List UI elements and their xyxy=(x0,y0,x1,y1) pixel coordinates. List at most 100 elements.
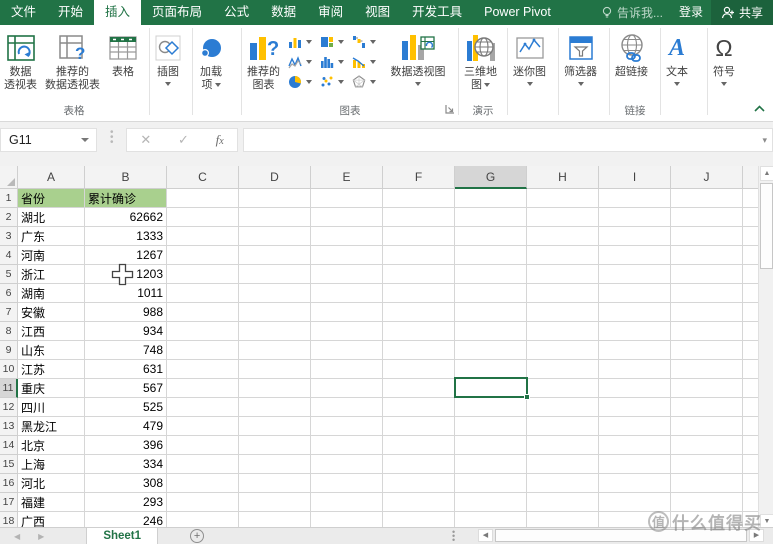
row-header-12[interactable]: 12 xyxy=(0,398,18,417)
sparklines-button[interactable]: 迷你图 xyxy=(509,28,550,86)
row-header-9[interactable]: 9 xyxy=(0,341,18,360)
cell-J6[interactable] xyxy=(671,284,743,303)
recommended-pivottable-button[interactable]: ? 推荐的 数据透视表 xyxy=(41,28,104,92)
cell-D14[interactable] xyxy=(239,436,311,455)
cell-partial[interactable] xyxy=(743,265,758,284)
cell-H12[interactable] xyxy=(527,398,599,417)
cell-J4[interactable] xyxy=(671,246,743,265)
cell-F12[interactable] xyxy=(383,398,455,417)
cell-J11[interactable] xyxy=(671,379,743,398)
cell-partial[interactable] xyxy=(743,474,758,493)
cell-C6[interactable] xyxy=(167,284,239,303)
cell-H9[interactable] xyxy=(527,341,599,360)
row-header-11[interactable]: 11 xyxy=(0,379,18,398)
cell-G3[interactable] xyxy=(455,227,527,246)
cell-A16[interactable]: 河北 xyxy=(18,474,85,493)
tell-me-box[interactable]: 告诉我... xyxy=(593,0,671,25)
cell-D3[interactable] xyxy=(239,227,311,246)
cell-H10[interactable] xyxy=(527,360,599,379)
column-header-E[interactable]: E xyxy=(311,166,383,189)
cell-H17[interactable] xyxy=(527,493,599,512)
cell-A8[interactable]: 江西 xyxy=(18,322,85,341)
row-header-4[interactable]: 4 xyxy=(0,246,18,265)
row-header-18[interactable]: 18 xyxy=(0,512,18,527)
cell-F11[interactable] xyxy=(383,379,455,398)
cell-B12[interactable]: 525 xyxy=(85,398,167,417)
cell-G17[interactable] xyxy=(455,493,527,512)
cell-B16[interactable]: 308 xyxy=(85,474,167,493)
cell-A3[interactable]: 广东 xyxy=(18,227,85,246)
cell-partial[interactable] xyxy=(743,284,758,303)
cell-E12[interactable] xyxy=(311,398,383,417)
row-header-5[interactable]: 5 xyxy=(0,265,18,284)
sheet-tab-sheet1[interactable]: Sheet1 xyxy=(86,528,158,544)
cell-F2[interactable] xyxy=(383,208,455,227)
pie-chart-button[interactable] xyxy=(284,72,316,92)
cell-G1[interactable] xyxy=(455,189,527,208)
cell-B10[interactable]: 631 xyxy=(85,360,167,379)
cell-F4[interactable] xyxy=(383,246,455,265)
cell-I11[interactable] xyxy=(599,379,671,398)
cell-C18[interactable] xyxy=(167,512,239,527)
radar-chart-button[interactable] xyxy=(348,72,380,92)
cell-D12[interactable] xyxy=(239,398,311,417)
row-header-7[interactable]: 7 xyxy=(0,303,18,322)
cell-G12[interactable] xyxy=(455,398,527,417)
cell-I13[interactable] xyxy=(599,417,671,436)
cell-B18[interactable]: 246 xyxy=(85,512,167,527)
column-header-C[interactable]: C xyxy=(167,166,239,189)
cancel-icon[interactable]: ✕ xyxy=(140,132,151,148)
cell-E9[interactable] xyxy=(311,341,383,360)
cell-H11[interactable] xyxy=(527,379,599,398)
cell-I4[interactable] xyxy=(599,246,671,265)
cell-C12[interactable] xyxy=(167,398,239,417)
cell-B15[interactable]: 334 xyxy=(85,455,167,474)
cell-C14[interactable] xyxy=(167,436,239,455)
cell-B9[interactable]: 748 xyxy=(85,341,167,360)
ribbon-tab-公式[interactable]: 公式 xyxy=(213,0,260,25)
cell-A17[interactable]: 福建 xyxy=(18,493,85,512)
cell-B13[interactable]: 479 xyxy=(85,417,167,436)
cell-C5[interactable] xyxy=(167,265,239,284)
cell-A18[interactable]: 广西 xyxy=(18,512,85,527)
cell-J2[interactable] xyxy=(671,208,743,227)
cell-B1[interactable]: 累计确诊 xyxy=(85,189,167,208)
cell-J3[interactable] xyxy=(671,227,743,246)
table-button[interactable]: 表格 xyxy=(104,28,142,79)
cell-E14[interactable] xyxy=(311,436,383,455)
scroll-left-icon[interactable]: ◀ xyxy=(478,529,493,542)
cell-H6[interactable] xyxy=(527,284,599,303)
column-header-G[interactable]: G xyxy=(455,166,527,189)
tab-strip-splitter[interactable]: ••• xyxy=(452,530,455,542)
row-header-15[interactable]: 15 xyxy=(0,455,18,474)
ribbon-tab-Power Pivot[interactable]: Power Pivot xyxy=(473,0,562,25)
sheet-nav-right-icon[interactable]: ▶ xyxy=(38,532,44,541)
cell-C16[interactable] xyxy=(167,474,239,493)
fill-handle[interactable] xyxy=(524,394,530,400)
cell-partial[interactable] xyxy=(743,455,758,474)
ribbon-tab-视图[interactable]: 视图 xyxy=(354,0,401,25)
cell-G9[interactable] xyxy=(455,341,527,360)
cell-G6[interactable] xyxy=(455,284,527,303)
ribbon-tab-插入[interactable]: 插入 xyxy=(94,0,141,25)
cell-C7[interactable] xyxy=(167,303,239,322)
cell-D9[interactable] xyxy=(239,341,311,360)
column-header-A[interactable]: A xyxy=(18,166,85,189)
cell-C1[interactable] xyxy=(167,189,239,208)
cell-H5[interactable] xyxy=(527,265,599,284)
cell-I8[interactable] xyxy=(599,322,671,341)
cell-G16[interactable] xyxy=(455,474,527,493)
formula-bar-splitter[interactable]: ••• xyxy=(110,130,114,145)
cell-G14[interactable] xyxy=(455,436,527,455)
cell-A5[interactable]: 浙江 xyxy=(18,265,85,284)
cell-G4[interactable] xyxy=(455,246,527,265)
cell-C8[interactable] xyxy=(167,322,239,341)
cell-D17[interactable] xyxy=(239,493,311,512)
cell-D16[interactable] xyxy=(239,474,311,493)
ribbon-tab-审阅[interactable]: 审阅 xyxy=(307,0,354,25)
cell-I14[interactable] xyxy=(599,436,671,455)
cell-H15[interactable] xyxy=(527,455,599,474)
share-button[interactable]: 共享 xyxy=(711,0,773,25)
cell-B17[interactable]: 293 xyxy=(85,493,167,512)
cell-H2[interactable] xyxy=(527,208,599,227)
